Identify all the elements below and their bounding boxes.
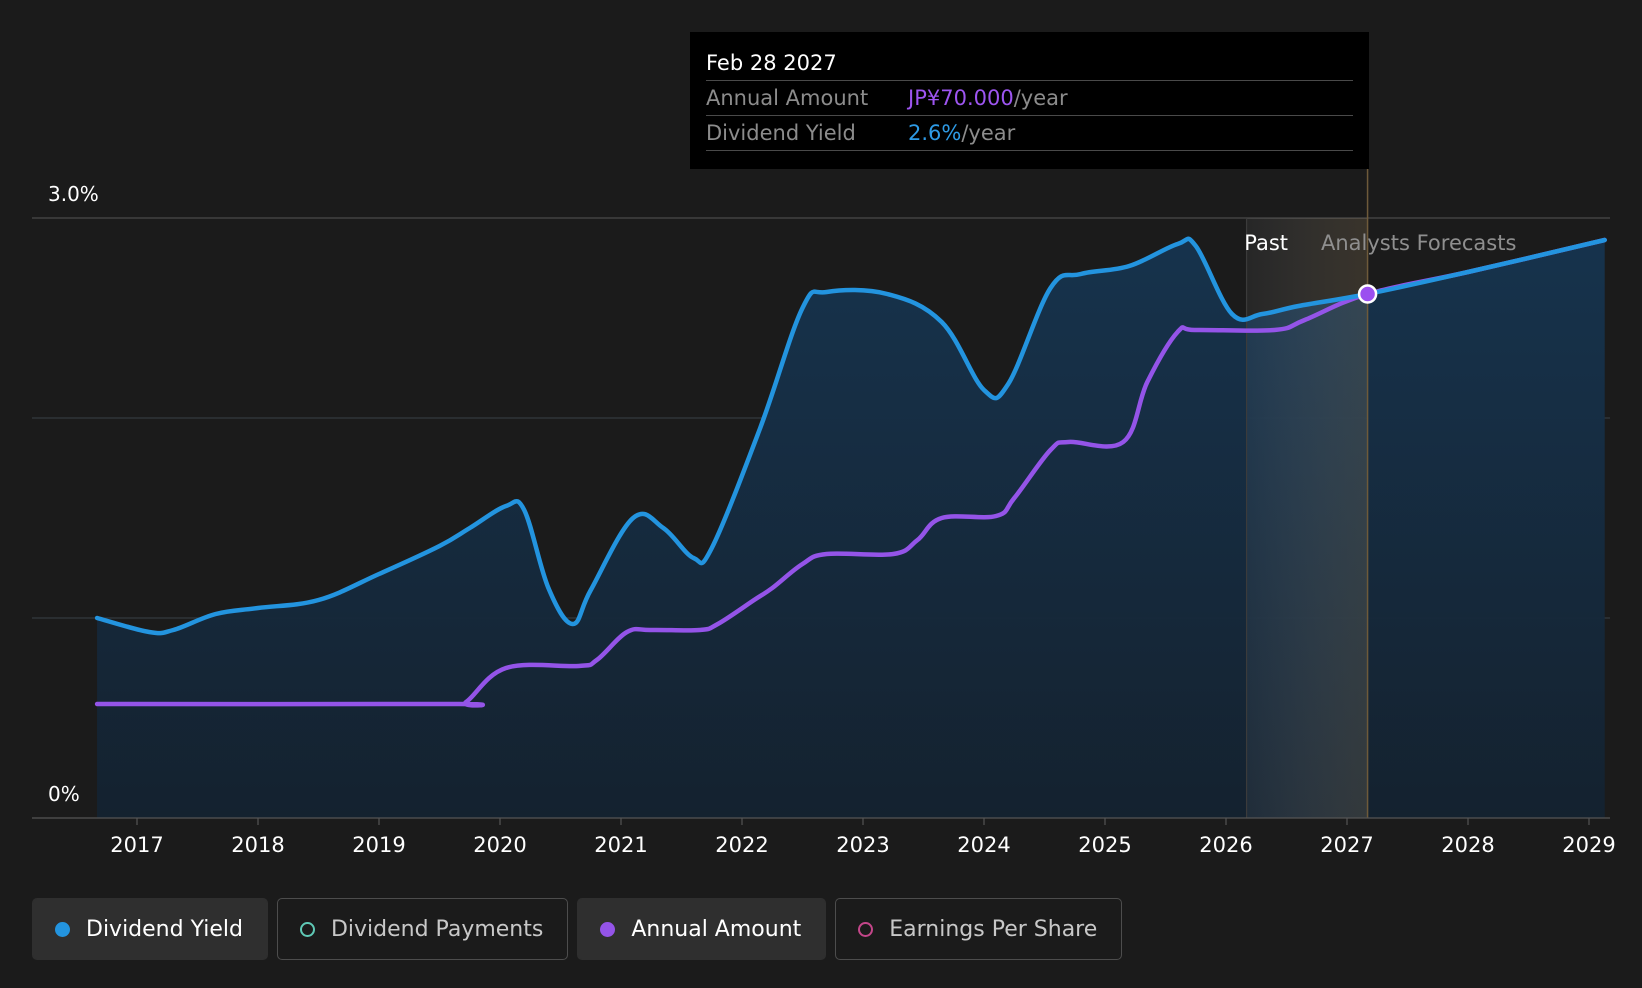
forecast-transition-band: [1246, 218, 1368, 818]
x-tick-label: 2017: [110, 833, 163, 857]
annual-amount-dot-icon: [600, 921, 616, 937]
chart-tooltip: Feb 28 2027 Annual Amount JP¥70.000 /yea…: [690, 32, 1369, 169]
tooltip-label: Annual Amount: [706, 86, 869, 110]
legend-label: Earnings Per Share: [889, 916, 1098, 942]
earnings-per-share-ring-icon: [858, 921, 874, 937]
x-tick-label: 2025: [1078, 833, 1131, 857]
past-region-label: Past: [1244, 231, 1288, 255]
x-tick-label: 2021: [594, 833, 647, 857]
x-tick-label: 2020: [473, 833, 526, 857]
tooltip-row-dividend-yield: Dividend Yield 2.6% /year: [706, 116, 1353, 151]
x-tick-label: 2022: [715, 833, 768, 857]
x-tick-label: 2018: [231, 833, 284, 857]
y-axis-bottom-label: 0%: [48, 782, 80, 806]
highlighted-data-point[interactable]: [1357, 284, 1378, 304]
dividend-yield-area: [97, 238, 1605, 819]
legend-label: Dividend Payments: [330, 916, 544, 942]
tooltip-value: 2.6%: [908, 121, 962, 145]
tooltip-date: Feb 28 2027: [706, 46, 1353, 81]
tooltip-unit: /year: [1013, 86, 1068, 110]
legend-label: Dividend Yield: [86, 916, 243, 942]
legend-dividend-payments[interactable]: Dividend Payments: [276, 898, 569, 960]
legend-label: Annual Amount: [631, 916, 802, 942]
x-tick-label: 2026: [1199, 833, 1252, 857]
x-tick-label: 2024: [957, 833, 1010, 857]
x-tick-label: 2029: [1562, 833, 1615, 857]
x-tick-label: 2023: [836, 833, 889, 857]
y-axis-top-label: 3.0%: [48, 182, 99, 206]
x-tick-label: 2019: [352, 833, 405, 857]
dividend-payments-ring-icon: [299, 921, 315, 937]
tooltip-value: JP¥70.000: [908, 86, 1014, 110]
x-tick-label: 2028: [1441, 833, 1494, 857]
dividend-yield-dot-icon: [55, 921, 70, 937]
chart-legend: Dividend Yield Dividend Payments Annual …: [32, 898, 1123, 960]
x-tick-label: 2027: [1320, 833, 1373, 857]
tooltip-label: Dividend Yield: [706, 121, 856, 145]
forecast-region-label: Analysts Forecasts: [1321, 231, 1516, 255]
legend-annual-amount[interactable]: Annual Amount: [577, 898, 827, 960]
legend-dividend-yield[interactable]: Dividend Yield: [32, 898, 268, 960]
legend-earnings-per-share[interactable]: Earnings Per Share: [835, 898, 1123, 960]
tooltip-row-annual-amount: Annual Amount JP¥70.000 /year: [706, 81, 1353, 116]
tooltip-unit: /year: [961, 121, 1016, 145]
